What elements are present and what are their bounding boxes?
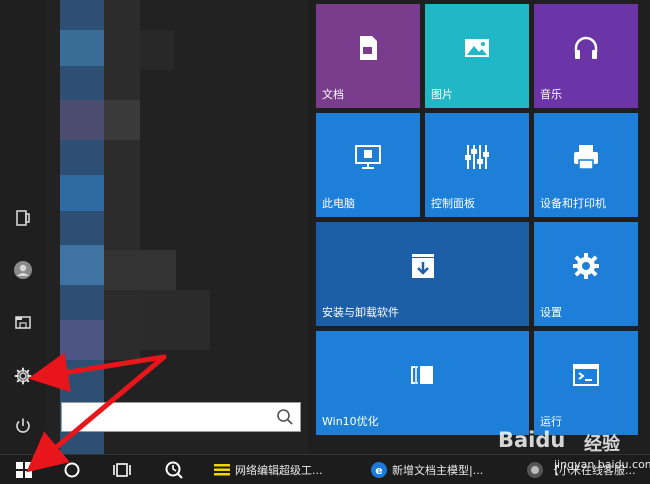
tile-documents[interactable]: 文档 <box>316 4 420 108</box>
watermark-suffix: 经验 <box>584 434 620 455</box>
tile-this-pc[interactable]: 此电脑 <box>316 113 420 217</box>
mosaic-block <box>60 245 104 285</box>
windows-logo-icon <box>16 462 32 478</box>
tile-label: 音乐 <box>540 88 562 101</box>
taskbar-app-ie[interactable]: e 新增文档主模型|... <box>370 457 518 483</box>
ie-icon: e <box>371 462 387 478</box>
mosaic-block <box>140 290 210 350</box>
tile-control-panel[interactable]: 控制面板 <box>425 113 529 217</box>
mosaic-block <box>140 30 174 70</box>
svg-text:e: e <box>375 464 382 477</box>
mosaic-block <box>60 320 104 360</box>
power-icon[interactable] <box>7 410 39 442</box>
download-box-icon <box>406 249 440 283</box>
app-list-blurred <box>46 0 308 454</box>
search-box[interactable] <box>61 402 301 432</box>
document-icon <box>351 31 385 65</box>
tile-label: 控制面板 <box>431 197 475 210</box>
printer-icon <box>569 140 603 174</box>
gear-icon <box>569 249 603 283</box>
tile-label: 此电脑 <box>322 197 355 210</box>
start-button[interactable] <box>8 457 40 483</box>
taskbar-app-label: 网络编辑超级工... <box>235 464 323 477</box>
search-app-icon <box>165 461 183 479</box>
mosaic-block <box>104 250 176 290</box>
tablet-mode-icon[interactable] <box>7 202 39 234</box>
mosaic-block <box>60 100 104 140</box>
tile-label: 设置 <box>540 306 562 319</box>
user-avatar-icon[interactable] <box>7 254 39 286</box>
terminal-icon <box>569 358 603 392</box>
search-input[interactable] <box>68 407 272 429</box>
baidu-watermark: Baidu 经验 jingyan.baidu.com <box>498 428 650 474</box>
watermark-url: jingyan.baidu.com <box>554 458 650 471</box>
file-explorer-icon[interactable] <box>7 306 39 338</box>
tile-label: 文档 <box>322 88 344 101</box>
mosaic-block <box>60 30 104 66</box>
tile-label: Win10优化 <box>322 415 379 428</box>
tile-pictures[interactable]: 图片 <box>425 4 529 108</box>
tile-devices-printers[interactable]: 设备和打印机 <box>534 113 638 217</box>
search-icon[interactable] <box>276 408 294 426</box>
sliders-icon <box>460 140 494 174</box>
mosaic-block <box>104 0 140 360</box>
tile-music[interactable]: 音乐 <box>534 4 638 108</box>
monitor-icon <box>351 140 385 174</box>
tile-install-uninstall[interactable]: 安装与卸载软件 <box>316 222 529 326</box>
picture-icon <box>460 31 494 65</box>
tile-label: 图片 <box>431 88 453 101</box>
panel-icon <box>406 358 440 392</box>
settings-gear-icon[interactable] <box>7 360 39 392</box>
headphones-icon <box>569 31 603 65</box>
watermark-brand: Baidu <box>498 428 566 452</box>
tile-settings[interactable]: 设置 <box>534 222 638 326</box>
tile-label: 运行 <box>540 415 562 428</box>
tile-label: 安装与卸载软件 <box>322 306 399 319</box>
tile-win10-optimize[interactable]: Win10优化 <box>316 331 529 435</box>
tile-label: 设备和打印机 <box>540 197 606 210</box>
task-view-icon <box>113 463 131 477</box>
search-app-button[interactable] <box>158 457 190 483</box>
taskbar-app-label: 新增文档主模型|... <box>392 464 484 477</box>
cortana-circle-icon <box>64 462 80 478</box>
tile-terminal[interactable]: 运行 <box>534 331 638 435</box>
taskbar-app-editor[interactable]: 网络编辑超级工... <box>213 457 363 483</box>
cortana-button[interactable] <box>56 457 88 483</box>
editor-icon <box>214 464 230 476</box>
task-view-button[interactable] <box>106 457 138 483</box>
mosaic-block <box>60 0 104 454</box>
mosaic-block <box>104 100 140 140</box>
mosaic-block <box>60 175 104 211</box>
start-left-rail <box>0 0 46 454</box>
start-menu: 文档 图片 音乐 此电脑 控制面板 设备和打印机 安装与卸载软件 设置 Win1… <box>0 0 650 454</box>
